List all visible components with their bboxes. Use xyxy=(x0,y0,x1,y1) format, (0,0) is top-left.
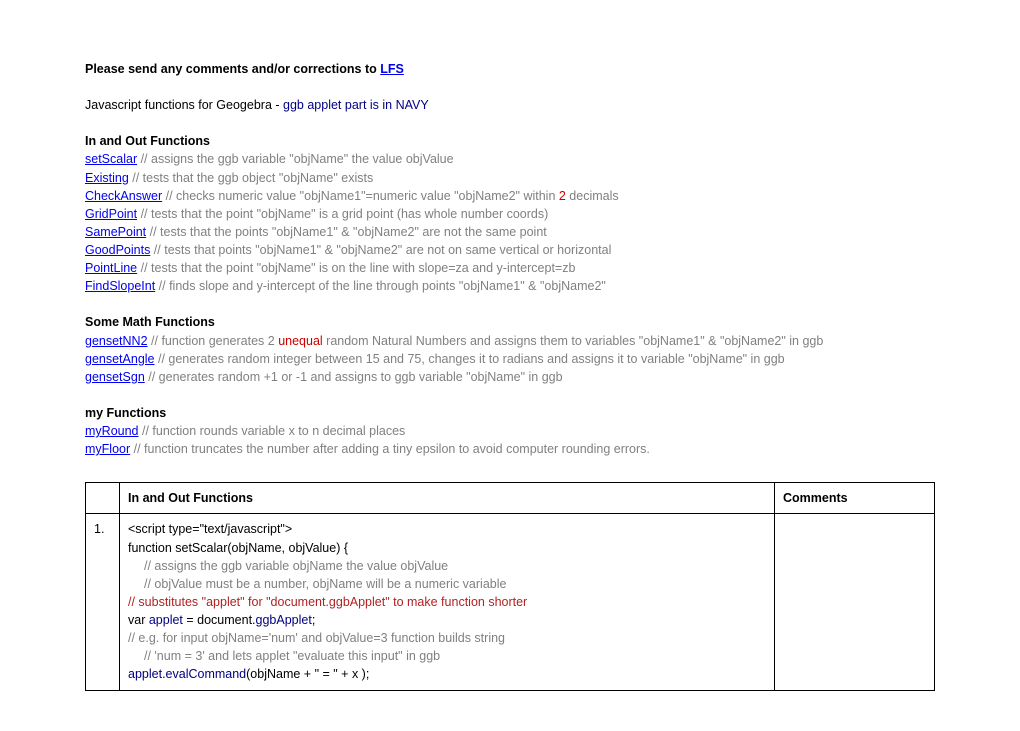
code-l2: function setScalar(objName, objValue) { xyxy=(128,539,766,557)
code-l9a: applet xyxy=(128,667,162,681)
goodpoints-link[interactable]: GoodPoints xyxy=(85,243,150,257)
code-l6: var applet = document.ggbApplet; xyxy=(128,611,766,629)
intro-line: Please send any comments and/or correcti… xyxy=(85,60,935,78)
myfloor-desc: // function truncates the number after a… xyxy=(130,442,650,456)
pointline-link[interactable]: PointLine xyxy=(85,261,137,275)
table-header-row: In and Out Functions Comments xyxy=(86,483,935,514)
myround-link[interactable]: myRound xyxy=(85,424,139,438)
inout-heading: In and Out Functions xyxy=(85,132,935,150)
gridpoint-desc: // tests that the point "objName" is a g… xyxy=(137,207,548,221)
intro-prefix: Please send any comments and/or correcti… xyxy=(85,62,380,76)
code-table: In and Out Functions Comments 1. <script… xyxy=(85,482,935,690)
code-l6a: var xyxy=(128,613,149,627)
inout-section: In and Out Functions setScalar // assign… xyxy=(85,132,935,295)
checkanswer-desc-post: decimals xyxy=(566,189,619,203)
math-section: Some Math Functions gensetNN2 // functio… xyxy=(85,313,935,386)
table-row: 1. <script type="text/javascript"> funct… xyxy=(86,514,935,690)
header-inout: In and Out Functions xyxy=(120,483,775,514)
code-l9: applet.evalCommand(objName + " = " + x )… xyxy=(128,665,766,683)
findslopeint-desc: // finds slope and y-intercept of the li… xyxy=(155,279,606,293)
code-l6b: applet xyxy=(149,613,183,627)
samepoint-link[interactable]: SamePoint xyxy=(85,225,146,239)
gensetnn2-desc-pre: // function generates 2 xyxy=(148,334,279,348)
code-l8: // 'num = 3' and lets applet "evaluate t… xyxy=(128,647,440,665)
code-l1: <script type="text/javascript"> xyxy=(128,520,766,538)
gensetsgn-desc: // generates random +1 or -1 and assigns… xyxy=(145,370,563,384)
gridpoint-link[interactable]: GridPoint xyxy=(85,207,137,221)
math-heading: Some Math Functions xyxy=(85,313,935,331)
goodpoints-desc: // tests that points "objName1" & "objNa… xyxy=(150,243,611,257)
comments-cell xyxy=(775,514,935,690)
gensetnn2-red: unequal xyxy=(278,334,323,348)
setscalar-link[interactable]: setScalar xyxy=(85,152,137,166)
lfs-link[interactable]: LFS xyxy=(380,62,404,76)
code-l6c: = document. xyxy=(183,613,256,627)
findslopeint-link[interactable]: FindSlopeInt xyxy=(85,279,155,293)
header-comments: Comments xyxy=(775,483,935,514)
myround-desc: // function rounds variable x to n decim… xyxy=(139,424,406,438)
my-section: my Functions myRound // function rounds … xyxy=(85,404,935,458)
title-line: Javascript functions for Geogebra - ggb … xyxy=(85,96,935,114)
my-heading: my Functions xyxy=(85,404,935,422)
samepoint-desc: // tests that the points "objName1" & "o… xyxy=(146,225,547,239)
gensetsgn-link[interactable]: gensetSgn xyxy=(85,370,145,384)
code-l6e: ; xyxy=(312,613,315,627)
row-num: 1. xyxy=(86,514,120,690)
title-navy: ggb applet part is in NAVY xyxy=(283,98,429,112)
checkanswer-link[interactable]: CheckAnswer xyxy=(85,189,162,203)
myfloor-link[interactable]: myFloor xyxy=(85,442,130,456)
code-l6d: ggbApplet xyxy=(256,613,312,627)
checkanswer-desc-pre: // checks numeric value "objName1"=numer… xyxy=(162,189,559,203)
code-l4: // objValue must be a number, objName wi… xyxy=(128,575,506,593)
code-l9d: (objName + " = " + x ); xyxy=(246,667,369,681)
code-l7: // e.g. for input objName='num' and objV… xyxy=(128,629,766,647)
gensetangle-desc: // generates random integer between 15 a… xyxy=(155,352,785,366)
checkanswer-red: 2 xyxy=(559,189,566,203)
pointline-desc: // tests that the point "objName" is on … xyxy=(137,261,575,275)
title-prefix: Javascript functions for Geogebra - xyxy=(85,98,283,112)
code-l9c: evalCommand xyxy=(166,667,247,681)
existing-desc: // tests that the ggb object "objName" e… xyxy=(129,171,373,185)
gensetnn2-link[interactable]: gensetNN2 xyxy=(85,334,148,348)
code-l5: // substitutes "applet" for "document.gg… xyxy=(128,593,766,611)
code-cell: <script type="text/javascript"> function… xyxy=(120,514,775,690)
gensetnn2-desc-post: random Natural Numbers and assigns them … xyxy=(323,334,824,348)
gensetangle-link[interactable]: gensetAngle xyxy=(85,352,155,366)
existing-link[interactable]: Existing xyxy=(85,171,129,185)
setscalar-desc: // assigns the ggb variable "objName" th… xyxy=(137,152,453,166)
code-l3: // assigns the ggb variable objName the … xyxy=(128,557,448,575)
header-empty xyxy=(86,483,120,514)
